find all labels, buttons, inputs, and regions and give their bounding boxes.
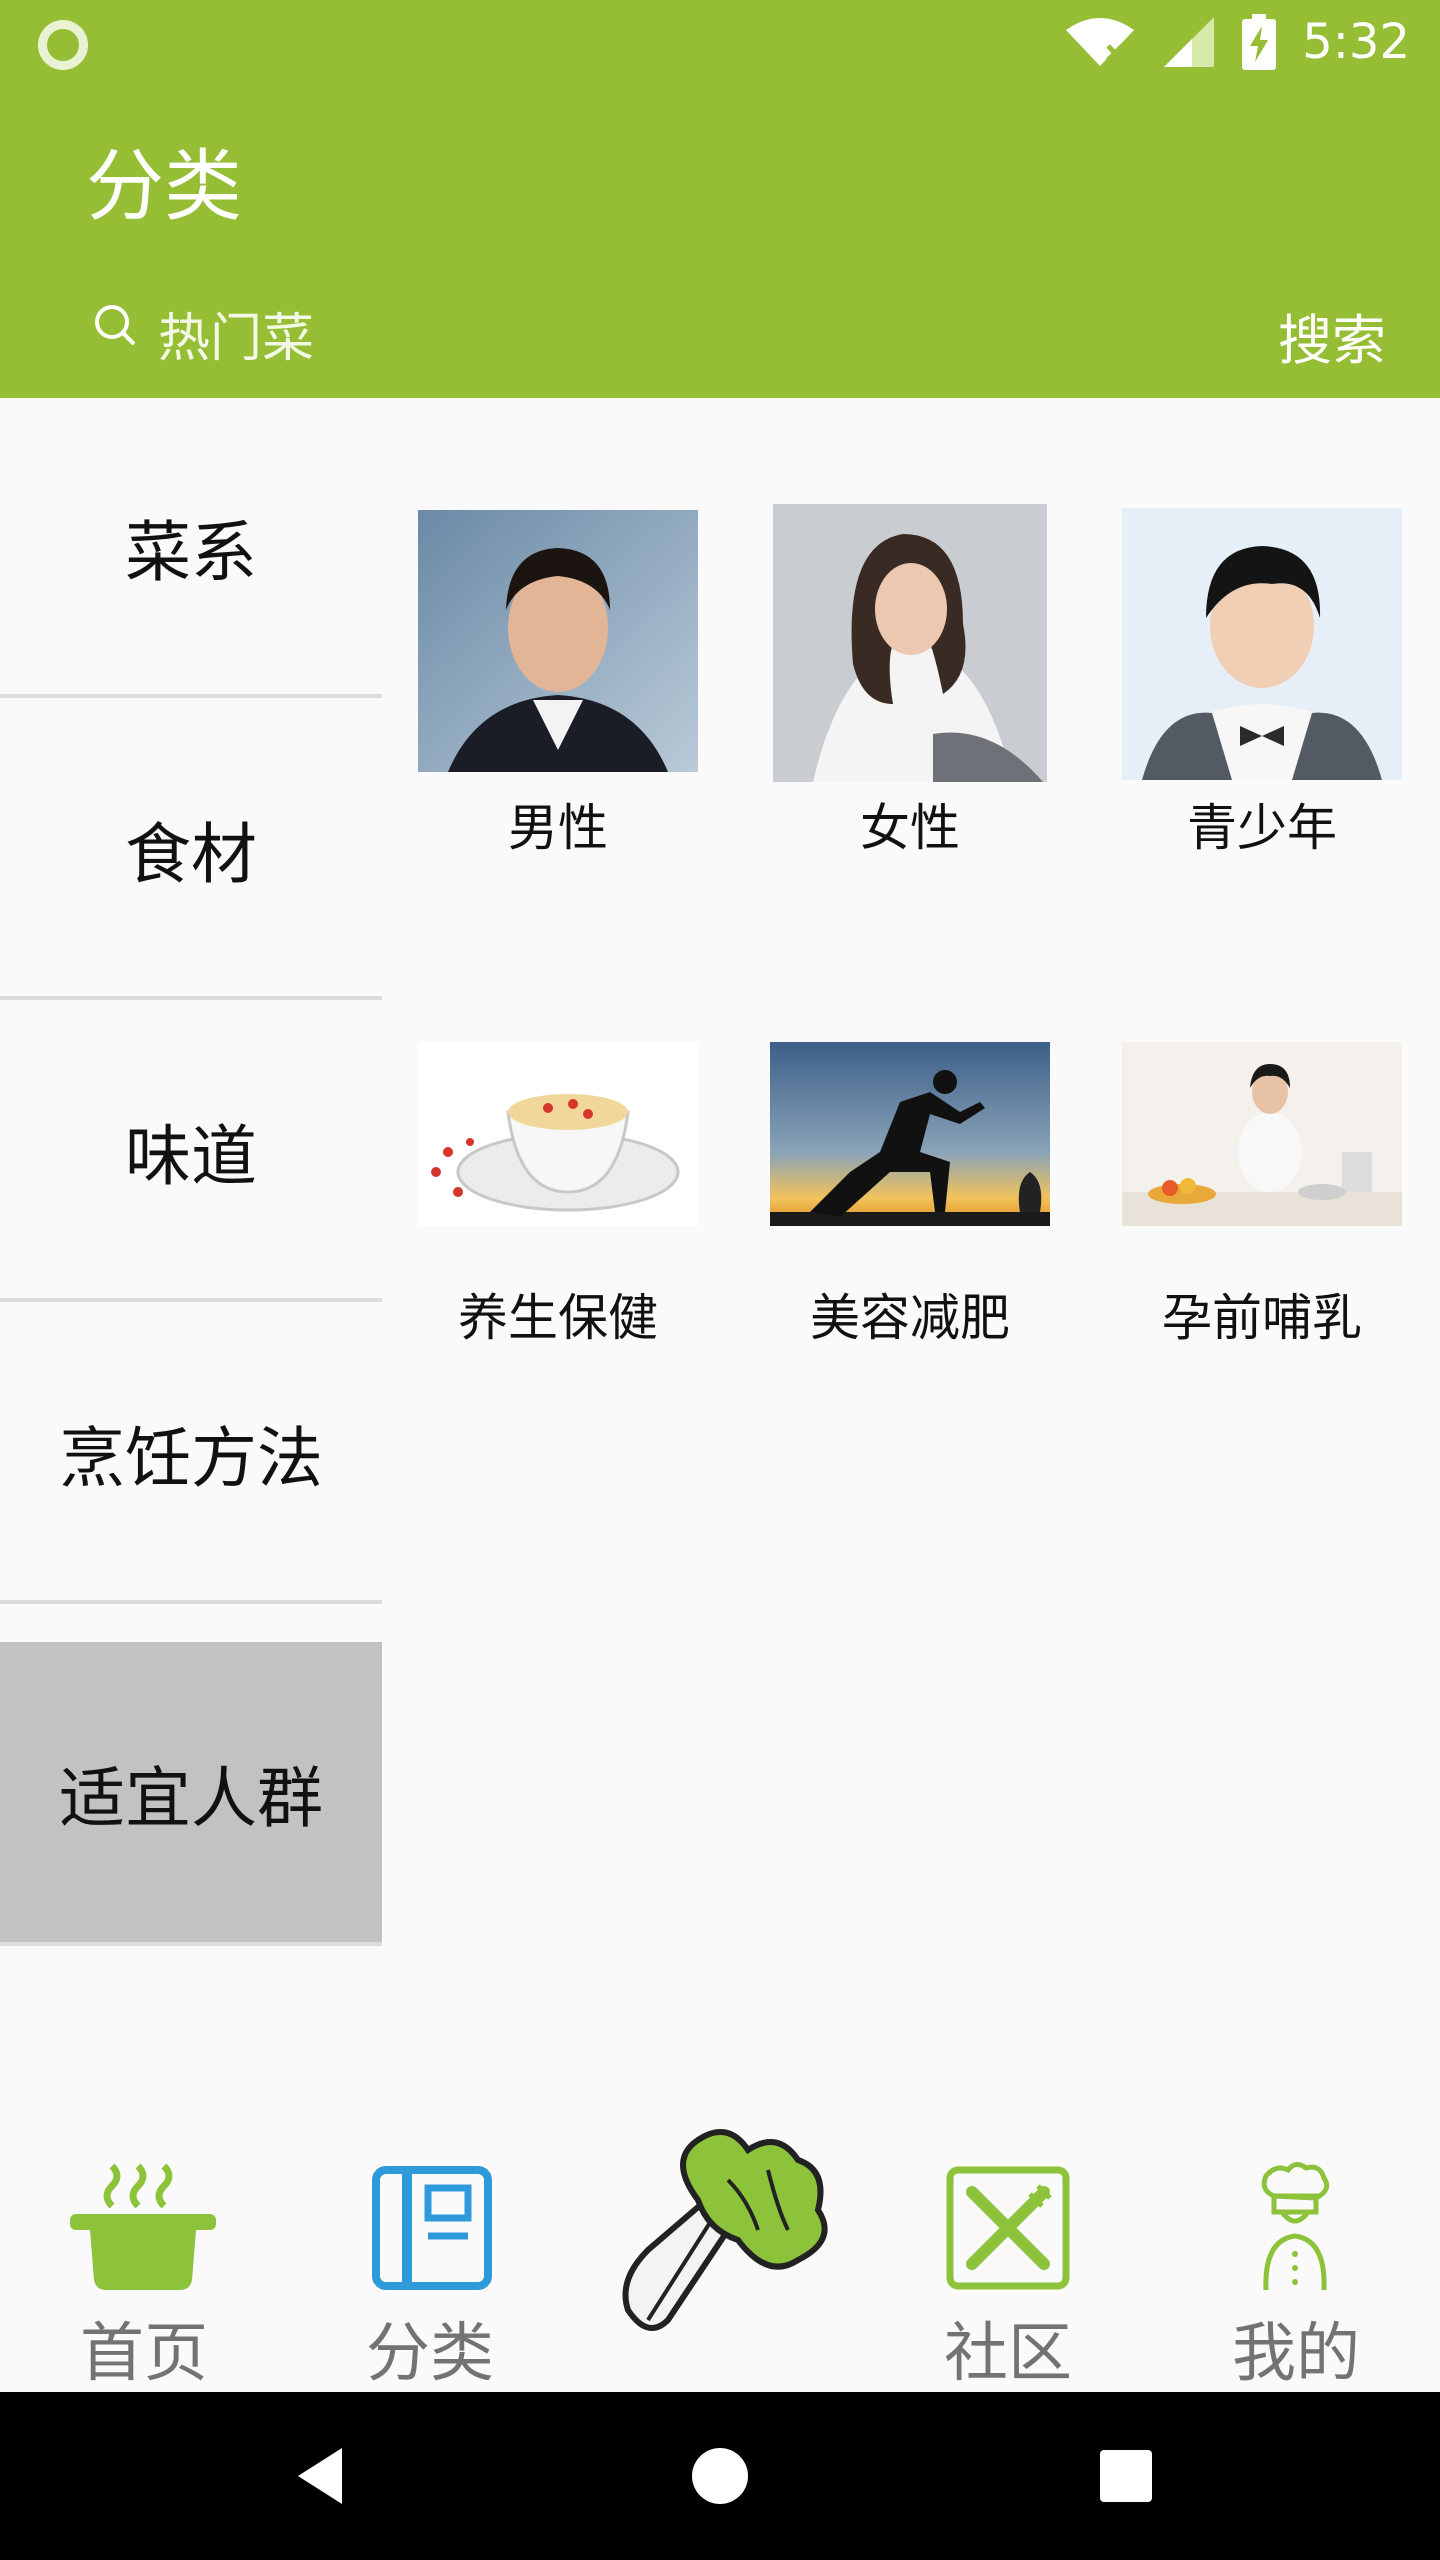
search-icon [95, 305, 136, 346]
woman-portrait-image [773, 504, 1047, 782]
nav-center-cabbage[interactable] [608, 2090, 838, 2390]
wifi-icon [1066, 18, 1135, 66]
divider [0, 996, 382, 1000]
system-navigation-bar [0, 2392, 1440, 2560]
notebook-icon [372, 2166, 492, 2290]
fork-knife-icon [946, 2166, 1070, 2290]
status-bar: 5:32 [0, 0, 1440, 84]
page-title: 分类 [86, 142, 243, 232]
chef-icon [1261, 2162, 1330, 2291]
cabbage-icon [622, 2129, 828, 2331]
divider [0, 1942, 382, 1946]
signal-icon [1164, 17, 1215, 67]
back-icon [298, 2448, 342, 2504]
pregnant-woman-image [1122, 1042, 1402, 1226]
sidebar-item-target-group[interactable]: 适宜人群 [0, 1642, 382, 1946]
sidebar-item-label: 味道 [125, 1118, 257, 1195]
clock: 5:32 [1302, 14, 1410, 70]
recents-button[interactable] [1046, 2392, 1206, 2560]
home-icon [692, 2448, 748, 2504]
grid-item-label: 美容减肥 [810, 1289, 1010, 1347]
sidebar-item-label: 菜系 [125, 514, 257, 591]
nav-community[interactable]: 社区 [898, 2090, 1118, 2391]
man-portrait-image [418, 510, 698, 772]
sidebar-item-taste[interactable]: 味道 [0, 1002, 382, 1302]
divider [0, 1600, 382, 1604]
tea-cup-image [418, 1042, 698, 1226]
teen-portrait-image [1122, 508, 1402, 780]
grid-item-label: 青少年 [1187, 799, 1337, 857]
divider [0, 1298, 382, 1302]
runner-image [770, 1042, 1050, 1226]
recents-icon [1100, 2450, 1152, 2502]
search-button[interactable]: 搜索 [1278, 296, 1386, 375]
pot-icon [70, 2163, 216, 2290]
nav-profile[interactable]: 我的 [1186, 2090, 1406, 2391]
nav-label: 我的 [1232, 2317, 1360, 2391]
sidebar-item-cooking-method[interactable]: 烹饪方法 [0, 1304, 382, 1604]
sidebar-item-ingredients[interactable]: 食材 [0, 700, 382, 1000]
bottom-navigation: 首页 分类 社区 我的 [0, 2090, 1440, 2391]
divider [0, 694, 382, 698]
sidebar-item-label: 食材 [125, 816, 257, 893]
back-button[interactable] [240, 2392, 400, 2560]
nav-label: 分类 [366, 2317, 494, 2391]
nav-category[interactable]: 分类 [320, 2090, 540, 2391]
app-bar: 分类 热门菜 搜索 [0, 84, 1440, 398]
grid-item-label: 男性 [508, 799, 608, 857]
home-button[interactable] [640, 2392, 800, 2560]
app-notification-icon [38, 20, 88, 70]
search-bar[interactable]: 热门菜 搜索 [86, 290, 1386, 372]
search-input[interactable]: 热门菜 [158, 296, 314, 371]
nav-home[interactable]: 首页 [34, 2090, 254, 2391]
grid-item-label: 养生保健 [458, 1289, 658, 1347]
grid-item-label: 女性 [860, 799, 960, 857]
sidebar-item-cuisine[interactable]: 菜系 [0, 398, 382, 698]
sidebar-item-label: 适宜人群 [59, 1760, 323, 1837]
category-sidebar: 菜系 食材 味道 烹饪方法 适宜人群 [0, 398, 382, 1946]
nav-label: 社区 [944, 2317, 1072, 2391]
sidebar-item-label: 烹饪方法 [59, 1420, 323, 1497]
grid-item-label: 孕前哺乳 [1162, 1289, 1362, 1347]
battery-charging-icon [1242, 14, 1277, 70]
nav-label: 首页 [80, 2317, 208, 2391]
